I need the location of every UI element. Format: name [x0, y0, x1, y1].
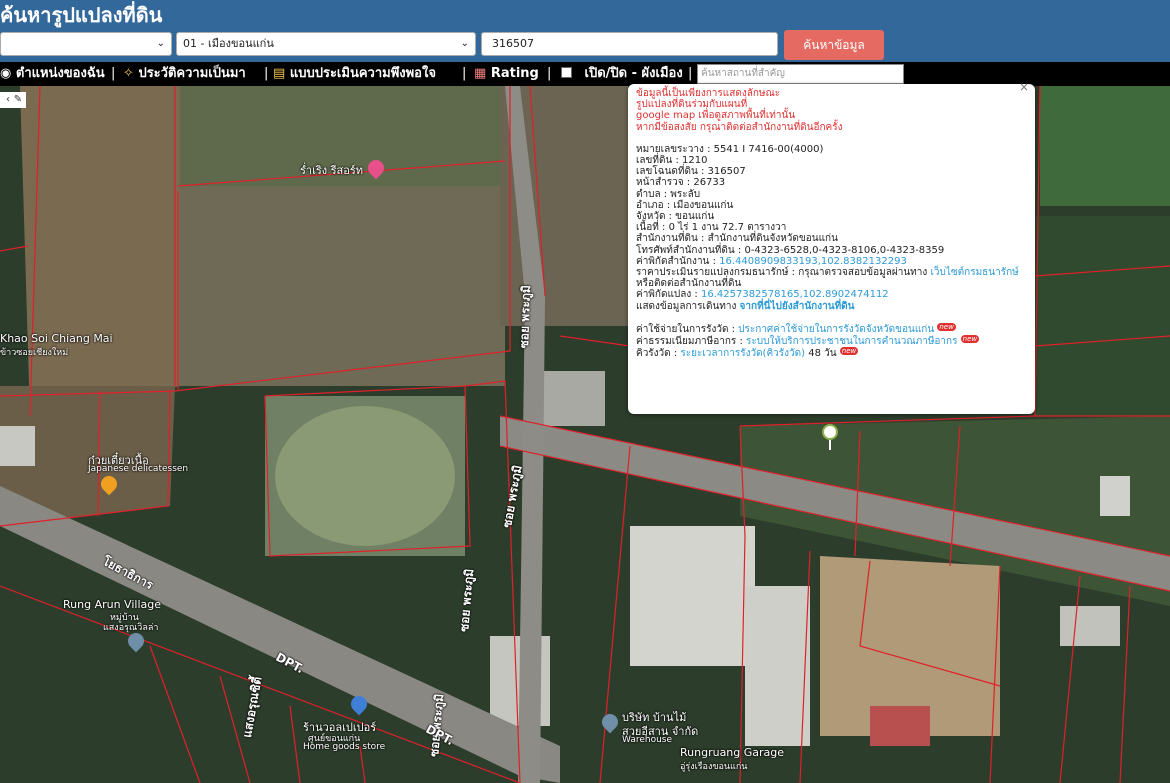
toolbar-divider: |: [111, 66, 116, 81]
city-plan-checkbox[interactable]: [561, 67, 572, 78]
district-select[interactable]: 01 - เมืองขอนแก่น ⌄: [176, 32, 476, 56]
toolbar-divider: |: [688, 66, 693, 81]
tax-fee: ค่าธรรมเนียมภาษีอากร : ระบบให้บริการประช…: [636, 335, 980, 348]
map-label-khao-soi-th: ข้าวซอยเชียงใหม่: [0, 348, 69, 358]
my-location-link[interactable]: ◉ ตำแหน่งของฉัน: [0, 62, 105, 86]
survey-fee-link[interactable]: ประกาศค่าใช้จ่ายในการรังวัดจังหวัดขอนแก่…: [738, 324, 934, 335]
subdistrict: ตำบล : พระลับ: [636, 188, 701, 200]
survey-fee: ค่าใช้จ่ายในการรังวัด : ประกาศค่าใช้จ่าย…: [636, 322, 956, 335]
chevron-down-icon: ⌄: [460, 38, 469, 49]
map-label-khao-soi: Khao Soi Chiang Mai: [0, 332, 113, 345]
parcel-marker-icon[interactable]: [822, 424, 838, 440]
toolbar: ◉ ตำแหน่งของฉัน | ✧ ประวัติความเป็นมา | …: [0, 62, 1170, 86]
survey-queue: คิวรังวัด : ระยะเวลาการรังวัด(คิวรังวัด)…: [636, 347, 859, 360]
survey-link[interactable]: ▤ แบบประเมินความพึงพอใจ: [273, 62, 436, 86]
place-search-input[interactable]: ค้นหาสถานที่สำคัญ: [697, 64, 904, 84]
search-button[interactable]: ค้นหาข้อมูล: [784, 30, 884, 60]
office-coordinate: ค่าพิกัดสำนักงาน : 16.4408909833193,102.…: [636, 255, 907, 267]
app-title: ค้นหารูปแปลงที่ดิน: [0, 3, 163, 27]
location-icon: ◉: [0, 66, 12, 81]
map-road-phra-phum-1: ซอย พระภูมิ: [516, 284, 534, 349]
province-select[interactable]: ⌄: [0, 32, 172, 56]
header: ค้นหารูปแปลงที่ดิน ⌄ 01 - เมืองขอนแก่น ⌄…: [0, 0, 1170, 62]
rating-link[interactable]: ▦ Rating: [474, 62, 539, 86]
map-sheet: หมายเลขระวาง : 5541 I 7416-00(4000): [636, 143, 824, 155]
notice-line: รูปแปลงที่ดินร่วมกับแผนที่: [636, 99, 748, 111]
notice-line: ข้อมูลนี้เป็นเพียงการแสดงลักษณะ: [636, 88, 781, 99]
chevron-down-icon: ⌄: [156, 38, 165, 49]
district: อำเภอ : เมืองขอนแก่น: [636, 199, 734, 211]
notice-line: หากมีข้อสงสัย กรุณาติดต่อสำนักงานที่ดินอ…: [636, 121, 843, 133]
map-label-garage: Rungruang Garage: [680, 746, 785, 759]
close-icon[interactable]: ×: [1019, 81, 1029, 93]
sprout-icon: ✧: [123, 66, 134, 81]
route-link[interactable]: จากที่นี่ไปยังสำนักงานที่ดิน: [740, 301, 855, 312]
notice-line: google map เพื่อดูสภาพพื้นที่เท่านั้น: [636, 110, 796, 122]
tax-fee-link[interactable]: ระบบให้บริการประชาชนในการคำนวณภาษีอากร: [746, 336, 957, 347]
new-badge: new: [960, 335, 980, 344]
city-plan-toggle[interactable]: เปิด/ปิด - ผังเมือง: [561, 62, 683, 86]
toolbar-divider: |: [547, 66, 552, 81]
map-label-noodle-en: Japanese delicatessen: [88, 464, 189, 474]
appraisal-tail: หรือติดต่อสำนักงานที่ดิน: [636, 278, 742, 290]
district-select-value: 01 - เมืองขอนแก่น: [183, 37, 274, 50]
history-link[interactable]: ✧ ประวัติความเป็นมา: [123, 62, 246, 86]
survey-queue-link[interactable]: ระยะเวลาการรังวัด(คิวรังวัด): [680, 348, 805, 359]
toolbar-divider: |: [462, 66, 467, 81]
treasury-website-link[interactable]: เว็บไซต์กรมธนารักษ์: [930, 267, 1018, 278]
new-badge: new: [839, 347, 859, 356]
toolbar-divider: |: [264, 66, 269, 81]
appraisal-price: ราคาประเมินรายแปลงกรมธนารักษ์ : กรุณาตรว…: [636, 267, 1019, 279]
parcel-coordinate: ค่าพิกัดแปลง : 16.4257382578165,102.8902…: [636, 289, 889, 301]
parcel-marker-stem: [829, 440, 831, 450]
parcel-number-input[interactable]: 316507: [481, 32, 778, 56]
survey-page: หน้าสำรวจ : 26733: [636, 177, 726, 189]
document-icon: ▤: [273, 66, 286, 81]
map-label-store-en: Home goods store: [303, 742, 386, 752]
map-label-resort: ร่ำเริง รีสอร์ท: [300, 164, 364, 177]
land-office: สำนักงานที่ดิน : สำนักงานที่ดินจังหวัดขอ…: [636, 233, 838, 245]
area: เนื้อที่ : 0 ไร่ 1 งาน 72.7 ตารางวา: [636, 222, 787, 234]
route-info: แสดงข้อมูลการเดินทาง จากที่นี่ไปยังสำนัก…: [636, 300, 855, 312]
parcel-coordinate-link[interactable]: 16.4257382578165,102.8902474112: [701, 289, 889, 300]
map-label-warehouse: Warehouse: [622, 735, 673, 745]
deed-number: เลขโฉนดที่ดิน : 316507: [636, 166, 746, 178]
new-badge: new: [937, 322, 956, 331]
office-phone: โทรศัพท์สำนักงานที่ดิน : 0-4323-6528,0-4…: [636, 244, 945, 256]
map-draw-control[interactable]: ✎: [10, 92, 26, 108]
parcel-info-popup: × ข้อมูลนี้เป็นเพียงการแสดงลักษณะ รูปแปล…: [628, 81, 1035, 414]
chart-icon: ▦: [474, 66, 487, 81]
map-label-garage-th: อู่รุ่งเรืองขอนแก่น: [680, 762, 748, 772]
province: จังหวัด : ขอนแก่น: [636, 211, 715, 223]
office-coordinate-link[interactable]: 16.4408909833193,102.8382132293: [719, 256, 907, 267]
land-number: เลขที่ดิน : 1210: [636, 155, 708, 167]
map-label-village-th2: แสงอรุณวิลล่า: [103, 623, 159, 633]
